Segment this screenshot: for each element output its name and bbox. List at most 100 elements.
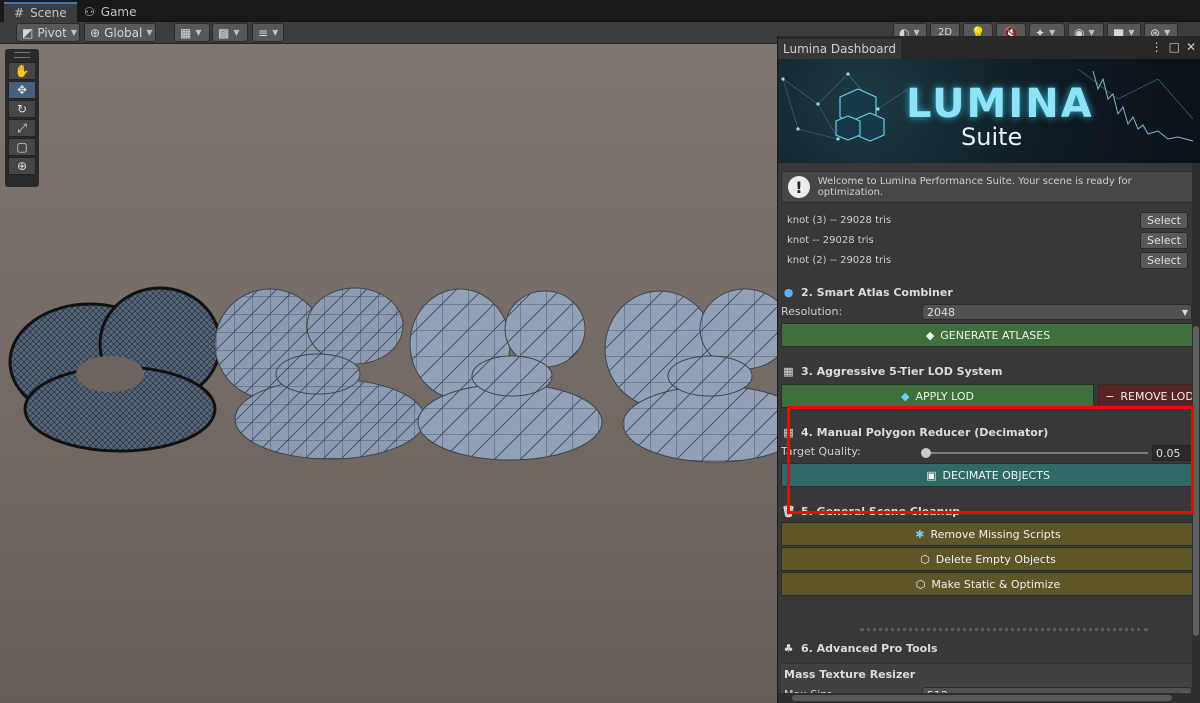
decimate-objects-button[interactable]: ▣ DECIMATE OBJECTS [781, 463, 1195, 487]
info-icon: ! [788, 176, 810, 198]
remove-missing-scripts-label: Remove Missing Scripts [930, 527, 1061, 541]
resolution-dropdown[interactable]: 2048 ▼ [922, 304, 1192, 320]
global-label: Global [104, 25, 143, 40]
increment-snap-button[interactable]: ▩ ▼ [212, 23, 248, 42]
remove-lod-label: REMOVE LOD [1120, 389, 1194, 403]
lumina-banner: LUMINA Suite [778, 59, 1200, 163]
close-icon[interactable]: ✕ [1186, 40, 1196, 54]
maximize-icon[interactable]: □ [1169, 40, 1180, 54]
section-divider [860, 628, 1148, 631]
tools-icon: ♣ [783, 642, 794, 655]
cleanup-section-title: 🗑 5. General Scene Cleanup [781, 505, 961, 518]
grid-snap-button[interactable]: ▦ ▼ [174, 23, 210, 42]
rect-icon: ▢ [16, 140, 28, 154]
chevron-down-icon: ▼ [272, 28, 279, 37]
gamepad-icon: ⚇ [84, 5, 95, 19]
rotate-tool-button[interactable]: ↻ [8, 100, 36, 118]
global-dropdown[interactable]: ⊕ Global ▼ [84, 23, 156, 42]
quality-value-field[interactable]: 0.05 [1152, 445, 1192, 461]
scene-canvas [8, 286, 777, 463]
knot-object[interactable] [409, 288, 603, 461]
select-button[interactable]: Select [1140, 251, 1188, 269]
tab-scene-label: Scene [30, 6, 67, 20]
banner-title: LUMINA [906, 81, 1094, 127]
scene-viewport[interactable]: ✋ ✥ ↻ ⤢ ▢ ⊕ [0, 44, 777, 703]
chevron-down-icon: ▼ [70, 28, 77, 37]
lod-section-title: ▦ 3. Aggressive 5-Tier LOD System [782, 365, 1002, 378]
tab-lumina-dashboard[interactable]: Lumina Dashboard [778, 39, 901, 59]
pivot-label: Pivot [37, 25, 67, 40]
cube-icon: ◆ [900, 389, 910, 403]
pivot-dropdown[interactable]: ◩ Pivot ▼ [16, 23, 80, 42]
grid-icon: # [14, 6, 25, 20]
cube-outline-icon: ⬡ [915, 577, 926, 591]
select-button[interactable]: Select [1140, 231, 1188, 249]
generate-atlases-button[interactable]: ◆ GENERATE ATLASES [781, 323, 1195, 347]
trash-icon: 🗑 [781, 505, 796, 518]
delete-empty-objects-label: Delete Empty Objects [935, 552, 1056, 566]
help-text: Welcome to Lumina Performance Suite. You… [817, 176, 1132, 198]
quality-slider-handle[interactable] [921, 448, 931, 458]
ruler-button[interactable]: ≡ ▼ [252, 23, 284, 42]
drag-handle[interactable] [14, 52, 30, 58]
quality-value: 0.05 [1156, 446, 1181, 460]
chevron-down-icon: ▼ [1181, 307, 1188, 317]
globe-icon: ⊕ [90, 25, 101, 40]
resolution-value: 2048 [927, 305, 955, 319]
dashboard-content: ! Welcome to Lumina Performance Suite. Y… [778, 163, 1200, 703]
apply-lod-button[interactable]: ◆ APPLY LOD [781, 384, 1094, 408]
sphere-icon: ● [783, 286, 794, 299]
tab-game[interactable]: ⚇ Game [74, 2, 147, 22]
apply-lod-label: APPLY LOD [915, 389, 974, 403]
panel-title: Lumina Dashboard [783, 42, 896, 56]
scale-tool-button[interactable]: ⤢ [8, 119, 36, 137]
resolution-label: Resolution: [781, 305, 843, 318]
cube-icon: ◆ [925, 328, 935, 342]
ruler-icon: ≡ [258, 25, 269, 40]
move-tool-button[interactable]: ✥ [8, 81, 36, 99]
select-button[interactable]: Select [1140, 211, 1188, 229]
decimator-section-title: ▦ 4. Manual Polygon Reducer (Decimator) [782, 426, 1048, 439]
banner-waveform [1092, 70, 1194, 142]
move-icon: ✥ [16, 83, 28, 97]
help-box: ! Welcome to Lumina Performance Suite. Y… [781, 171, 1196, 203]
pro-tools-title: 6. Advanced Pro Tools [801, 642, 938, 655]
texture-resizer-title: Mass Texture Resizer [784, 668, 916, 681]
pivot-icon: ◩ [22, 25, 34, 40]
transform-tool-button[interactable]: ⊕ [8, 157, 36, 175]
make-static-label: Make Static & Optimize [931, 577, 1061, 591]
knot-object[interactable] [8, 286, 222, 453]
quality-slider[interactable] [924, 452, 1148, 454]
banner-subtitle: Suite [961, 123, 1023, 151]
generate-atlases-label: GENERATE ATLASES [940, 328, 1051, 342]
lod-title: 3. Aggressive 5-Tier LOD System [801, 365, 1003, 378]
cube-cluster-icon [835, 88, 885, 142]
cleanup-title: 5. General Scene Cleanup [801, 505, 961, 518]
cube-outline-icon: ⬡ [920, 552, 930, 566]
horizontal-scroll-thumb[interactable] [792, 695, 1172, 701]
make-static-button[interactable]: ⬡ Make Static & Optimize [781, 572, 1195, 596]
remove-missing-scripts-button[interactable]: ✱ Remove Missing Scripts [781, 522, 1195, 546]
more-options-icon[interactable]: ⋮ [1151, 40, 1163, 54]
chevron-down-icon: ▼ [146, 28, 153, 37]
hand-icon: ✋ [14, 64, 30, 78]
tab-scene[interactable]: # Scene [4, 2, 77, 22]
tab-game-label: Game [100, 5, 137, 19]
panel-window-controls: ⋮ □ ✕ [1151, 40, 1196, 54]
editor-tab-strip: # Scene ⚇ Game [0, 0, 1200, 22]
horizontal-scrollbar[interactable] [778, 693, 1193, 703]
minus-icon: − [1105, 389, 1115, 403]
knot-object[interactable] [214, 287, 426, 460]
panel-tab-strip: Lumina Dashboard ⋮ □ ✕ [778, 36, 1200, 59]
object-label: knot -- 29028 tris [787, 234, 874, 246]
quality-label: Target Quality: [781, 445, 861, 458]
remove-lod-button[interactable]: − REMOVE LOD [1098, 384, 1200, 408]
image-icon: ▣ [926, 468, 937, 482]
delete-empty-objects-button[interactable]: ⬡ Delete Empty Objects [781, 547, 1195, 571]
knot-object[interactable] [604, 288, 777, 463]
hand-tool-button[interactable]: ✋ [8, 62, 36, 80]
rect-tool-button[interactable]: ▢ [8, 138, 36, 156]
vertical-scroll-thumb[interactable] [1193, 326, 1199, 636]
grid-icon: ▦ [783, 365, 794, 378]
atlas-title: 2. Smart Atlas Combiner [801, 286, 953, 299]
